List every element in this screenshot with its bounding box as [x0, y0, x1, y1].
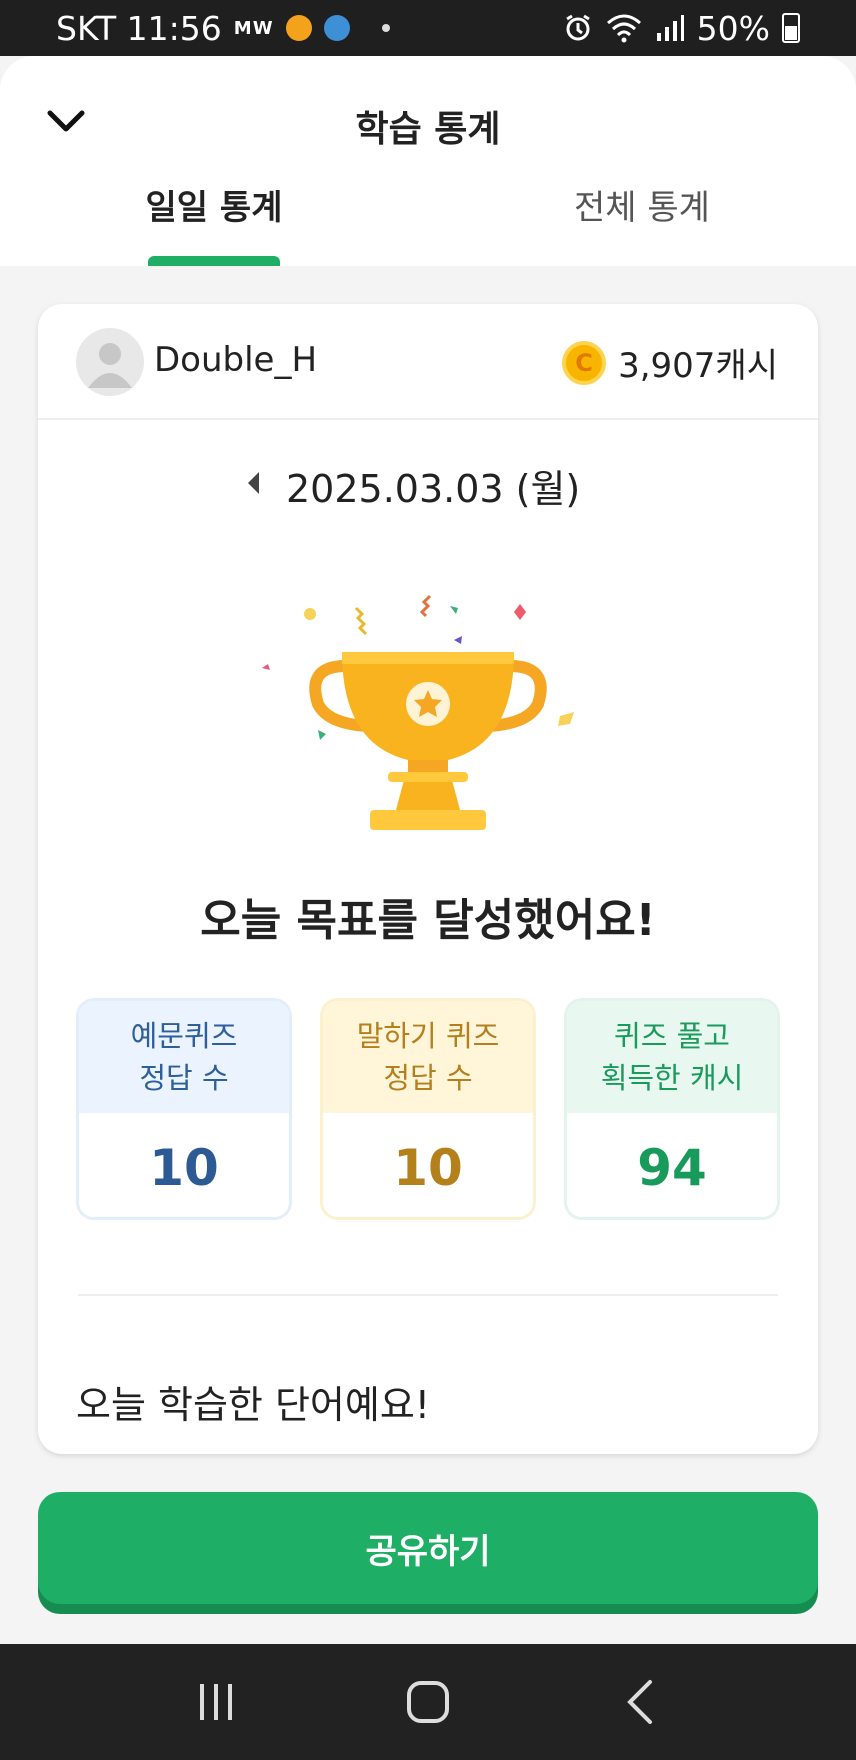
stat-label-line1: 퀴즈 풀고	[614, 1019, 730, 1053]
learned-words-title: 오늘 학습한 단어예요!	[76, 1383, 431, 1427]
daily-stats-card: Double_H C 3,907캐시 2025.03.03 (월) 오늘 목표를…	[38, 304, 818, 1454]
stat-speaking-quiz: 말하기 퀴즈정답 수 10	[320, 998, 536, 1220]
recent-apps-icon	[200, 1684, 232, 1720]
divider	[78, 1294, 778, 1296]
mw-label: MW	[233, 17, 274, 39]
trophy-illustration	[262, 594, 574, 830]
back-button[interactable]	[605, 1667, 675, 1737]
date-selector: 2025.03.03 (월)	[38, 454, 818, 514]
stat-value: 10	[79, 1113, 289, 1217]
stat-label: 예문퀴즈정답 수	[79, 1001, 289, 1113]
more-notifications-icon	[381, 24, 390, 32]
stat-value: 94	[567, 1113, 777, 1217]
app-header: 학습 통계 일일 통계 전체 통계	[0, 56, 856, 266]
status-right: 50%	[563, 9, 800, 48]
active-tab-indicator	[148, 256, 280, 266]
battery-percent: 50%	[696, 8, 770, 48]
wifi-icon	[606, 14, 641, 43]
battery-icon	[782, 13, 800, 43]
tab-daily-stats[interactable]: 일일 통계	[64, 180, 364, 229]
stat-label: 말하기 퀴즈정답 수	[323, 1001, 533, 1113]
recent-apps-button[interactable]	[181, 1667, 251, 1737]
profile-row: Double_H C 3,907캐시	[38, 304, 818, 420]
share-button[interactable]: 공유하기	[38, 1492, 818, 1604]
stat-earned-cash: 퀴즈 풀고획득한 캐시 94	[564, 998, 780, 1220]
stat-label-line2: 획득한 캐시	[600, 1061, 744, 1095]
avatar	[76, 328, 144, 396]
home-icon	[407, 1681, 449, 1723]
stat-label: 퀴즈 풀고획득한 캐시	[567, 1001, 777, 1113]
notification-app-icon	[285, 15, 312, 41]
stat-label-line2: 정답 수	[139, 1061, 229, 1095]
status-bar: SKT 11:56 MW 50%	[0, 0, 856, 56]
home-button[interactable]	[393, 1667, 463, 1737]
page-title: 학습 통계	[355, 109, 501, 150]
username: Double_H	[154, 340, 318, 380]
cash-amount: 3,907캐시	[618, 346, 778, 386]
globe-icon	[323, 15, 350, 41]
back-arrow-icon	[627, 1680, 652, 1724]
system-nav-bar	[0, 1644, 856, 1760]
signal-icon	[656, 15, 684, 41]
prev-date-arrow-icon[interactable]	[248, 472, 259, 494]
stat-label-line1: 말하기 퀴즈	[356, 1019, 500, 1053]
stat-value: 10	[323, 1113, 533, 1217]
stat-example-quiz: 예문퀴즈정답 수 10	[76, 998, 292, 1220]
tab-total-stats[interactable]: 전체 통계	[492, 180, 792, 229]
stat-label-line2: 정답 수	[383, 1061, 473, 1095]
carrier-time: SKT 11:56	[56, 8, 222, 48]
stat-label-line1: 예문퀴즈	[130, 1019, 238, 1053]
alarm-icon	[565, 14, 590, 41]
user-icon	[88, 343, 132, 388]
coin-icon: C	[562, 340, 607, 385]
selected-date: 2025.03.03 (월)	[286, 467, 581, 511]
status-left: SKT 11:56 MW	[56, 9, 563, 48]
goal-achieved-message: 오늘 목표를 달성했어요!	[200, 895, 656, 946]
cash-balance: C 3,907캐시	[562, 338, 778, 387]
